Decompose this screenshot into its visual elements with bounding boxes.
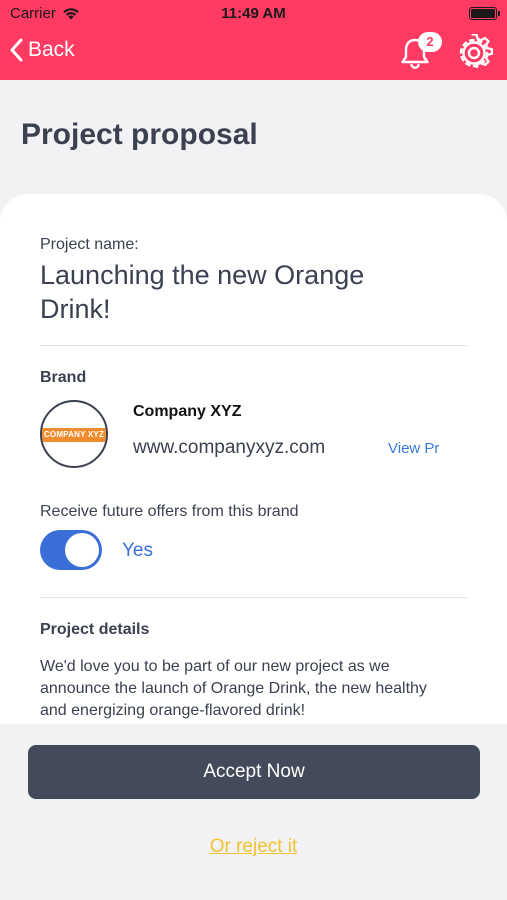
project-name: Launching the new Orange Drink! (40, 260, 365, 324)
toggle-value: Yes (122, 540, 153, 561)
navigation-bar: Back 2 (0, 28, 507, 80)
details-section-title: Project details (40, 621, 150, 638)
offers-label: Receive future offers from this brand (40, 503, 299, 520)
brand-logo-text: COMPANY XYZ (42, 428, 106, 442)
project-details-text: We'd love you to be part of our new proj… (40, 658, 427, 719)
company-name: Company XYZ (133, 403, 242, 420)
back-button[interactable]: Back (10, 38, 75, 62)
gear-icon[interactable] (455, 34, 493, 72)
offers-toggle[interactable] (40, 530, 102, 570)
view-profile-link[interactable]: View Pr (388, 440, 447, 457)
divider (40, 345, 467, 346)
reject-link[interactable]: Or reject it (0, 836, 507, 858)
divider (40, 597, 467, 598)
accept-button[interactable]: Accept Now (28, 745, 480, 799)
brand-logo: COMPANY XYZ (40, 400, 108, 468)
back-label: Back (28, 38, 75, 61)
chevron-left-icon (10, 38, 23, 62)
project-name-label: Project name: (40, 236, 139, 253)
notification-badge: 2 (418, 32, 442, 52)
toggle-knob (65, 533, 99, 567)
company-website: www.companyxyz.com (133, 437, 326, 458)
brand-section-title: Brand (40, 369, 87, 386)
proposal-card: Project name: Launching the new Orange D… (0, 194, 507, 724)
status-time: 11:49 AM (221, 5, 286, 22)
page-title: Project proposal (21, 118, 258, 151)
status-bar: Carrier 11:49 AM (0, 0, 507, 28)
battery-icon (469, 7, 500, 20)
